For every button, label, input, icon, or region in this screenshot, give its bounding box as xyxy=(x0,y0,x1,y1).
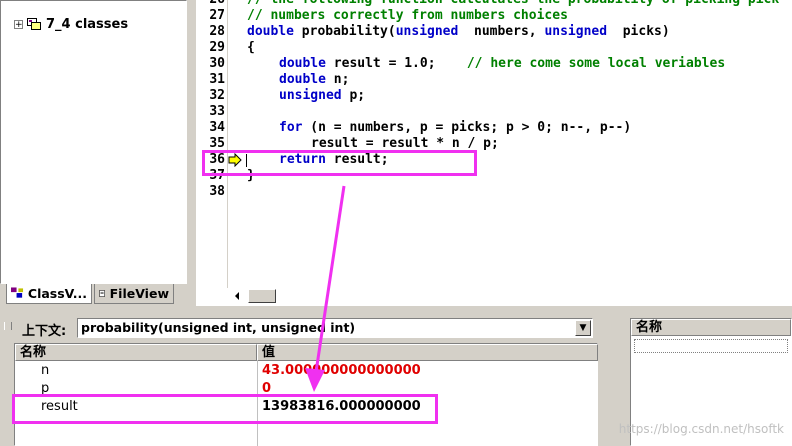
annotation-arrow xyxy=(305,185,346,392)
watermark: https://blog.csdn.net/hsoftk xyxy=(618,422,784,436)
